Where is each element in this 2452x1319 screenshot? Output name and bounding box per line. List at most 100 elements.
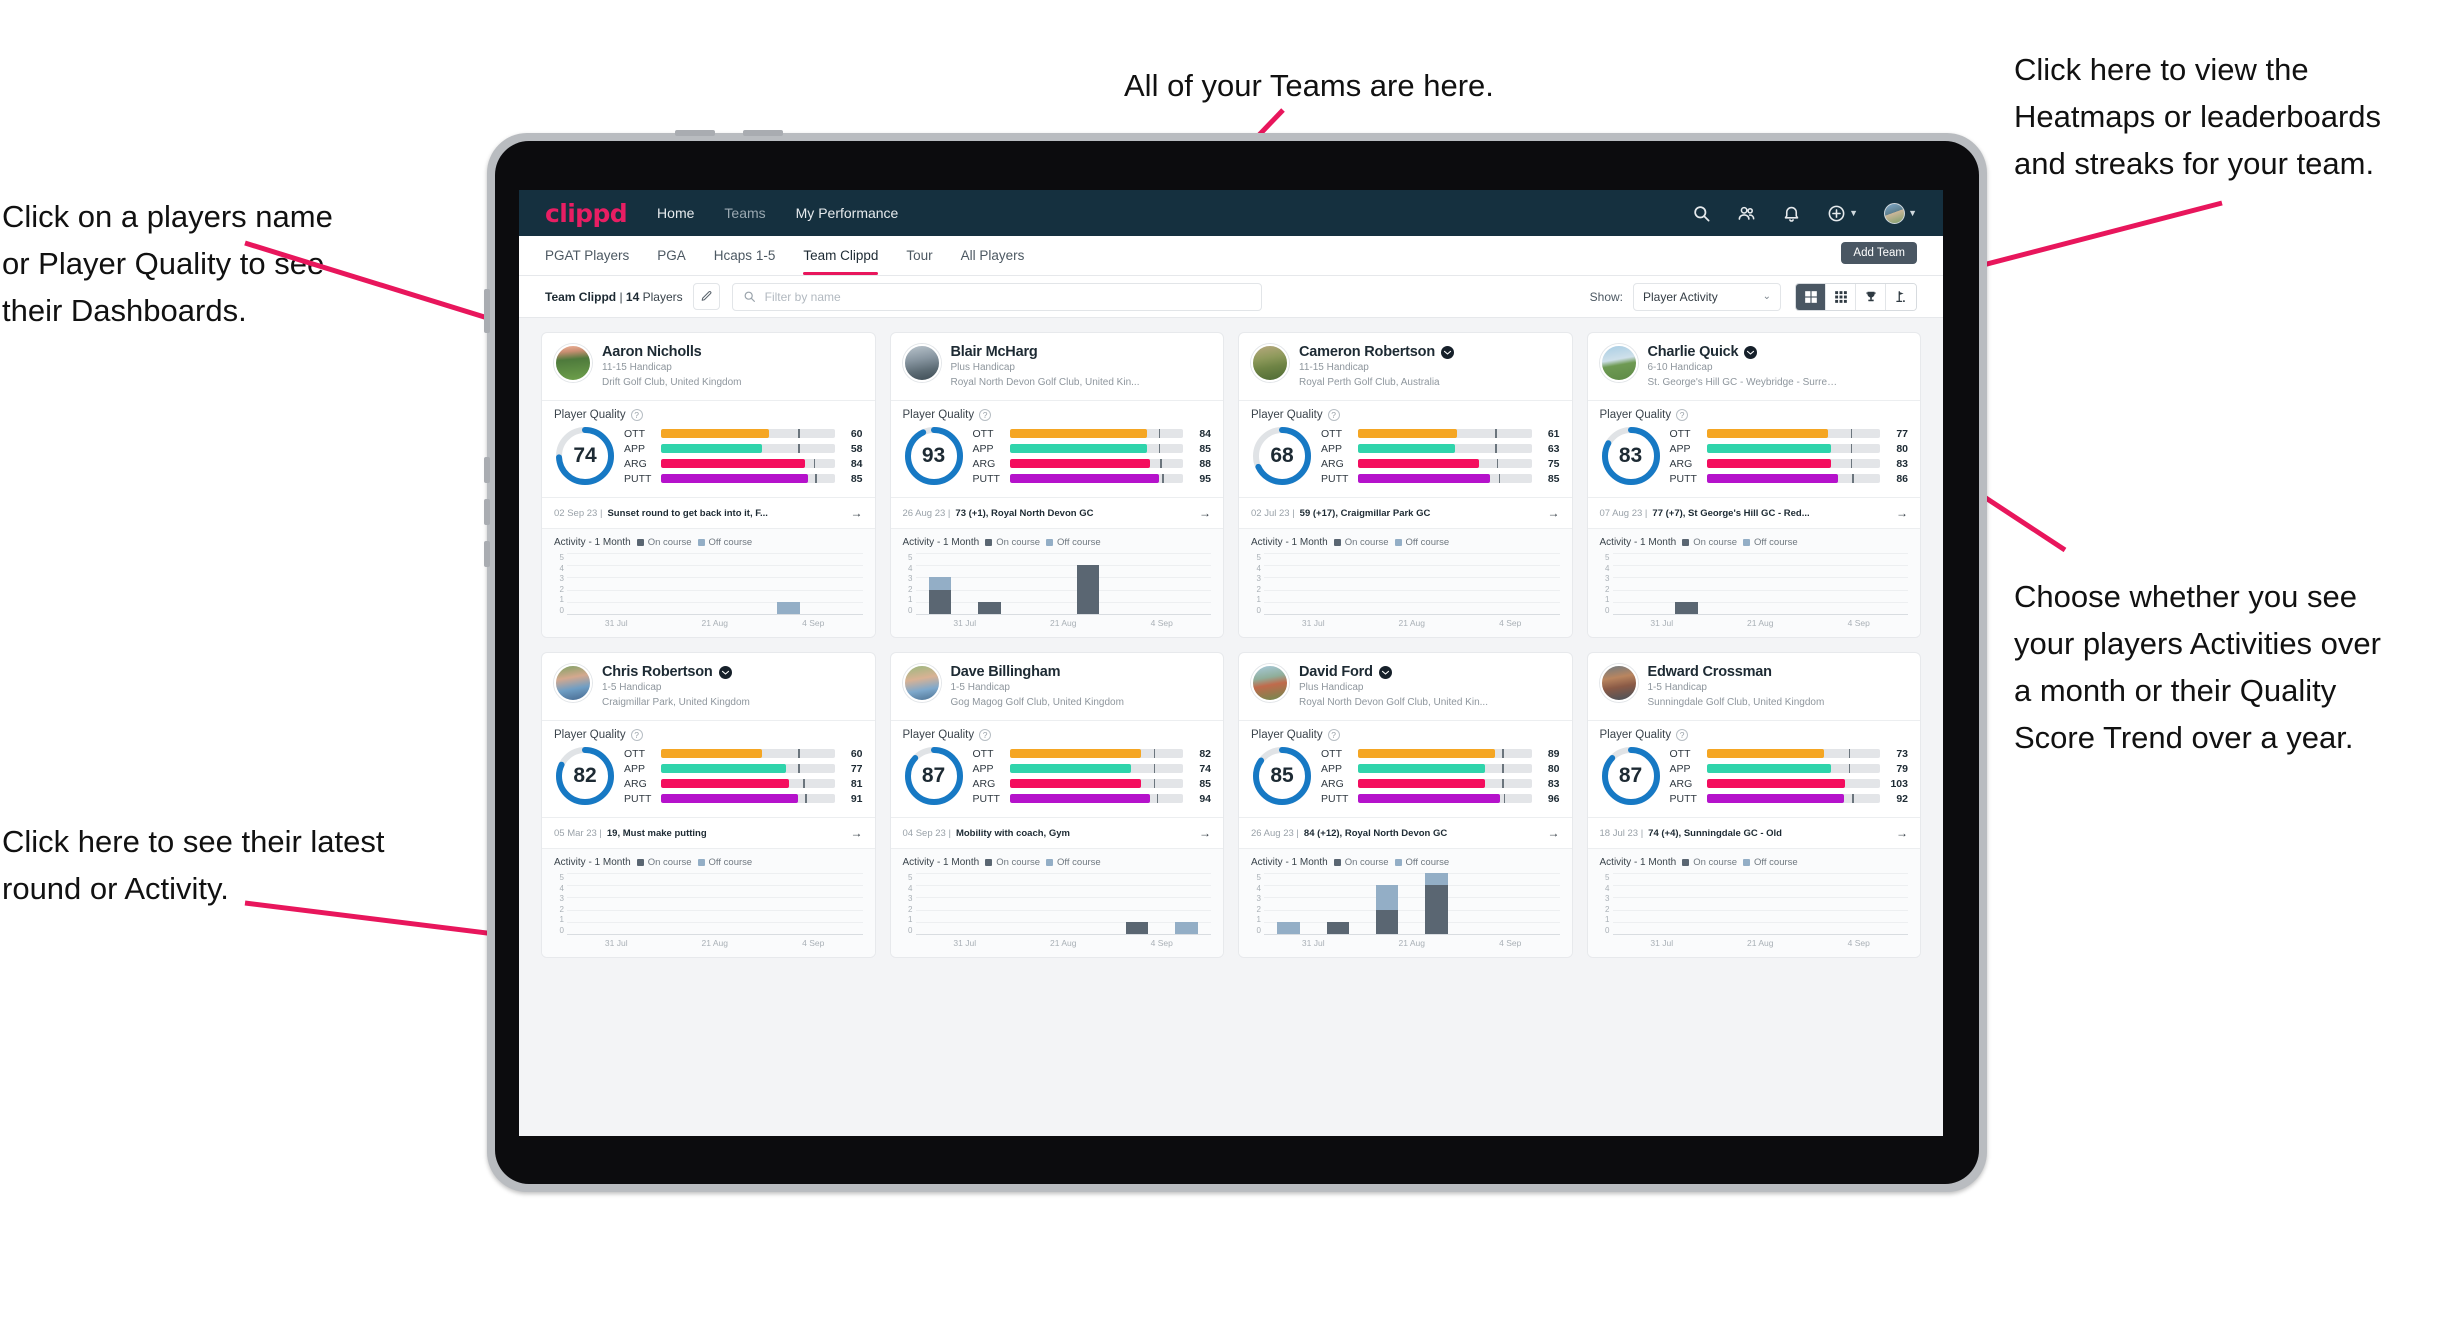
chart-plot-row: 543210 bbox=[1251, 873, 1560, 935]
player-name[interactable]: Dave Billingham bbox=[951, 664, 1061, 680]
bell-icon[interactable] bbox=[1782, 204, 1801, 223]
metric-benchmark-tick bbox=[1162, 474, 1164, 483]
metric-label: APP bbox=[1669, 762, 1691, 775]
tab-team-clippd[interactable]: Team Clippd bbox=[803, 236, 879, 275]
help-icon[interactable]: ? bbox=[1327, 729, 1340, 741]
show-select[interactable]: Player Activity ⌄ bbox=[1633, 282, 1781, 311]
quality-score-ring[interactable]: 74 bbox=[554, 425, 616, 487]
player-name[interactable]: Aaron Nicholls bbox=[602, 344, 702, 360]
tab-all-players[interactable]: All Players bbox=[961, 236, 1025, 275]
help-icon[interactable]: ? bbox=[979, 729, 992, 741]
latest-round-row[interactable]: 05 Mar 23 | 19, Must make putting → bbox=[542, 817, 875, 848]
player-quality-label[interactable]: Player Quality bbox=[554, 729, 626, 741]
dots-grid-view-button[interactable] bbox=[1826, 283, 1856, 310]
quality-score-ring[interactable]: 68 bbox=[1251, 425, 1313, 487]
player-card[interactable]: Cameron Robertson 11-15 Handicap Royal Per… bbox=[1238, 332, 1573, 638]
chart-plot-row: 543210 bbox=[1600, 873, 1908, 935]
arrow-right-icon[interactable]: → bbox=[1199, 506, 1211, 520]
player-card[interactable]: David Ford Plus Handicap Royal North Devon… bbox=[1238, 652, 1573, 958]
quality-score-ring[interactable]: 87 bbox=[1600, 745, 1662, 807]
player-quality-label[interactable]: Player Quality bbox=[903, 409, 975, 421]
latest-round-text: Sunset round to get back into it, F... bbox=[607, 507, 768, 519]
player-name[interactable]: Charlie Quick bbox=[1648, 344, 1739, 360]
help-icon[interactable]: ? bbox=[1327, 409, 1340, 421]
trophy-leaderboard-button[interactable] bbox=[1856, 283, 1886, 310]
flag-heatmap-button[interactable] bbox=[1886, 283, 1916, 310]
y-axis-tick: 3 bbox=[1605, 894, 1610, 904]
player-name[interactable]: Chris Robertson bbox=[602, 664, 713, 680]
metric-benchmark-tick bbox=[1496, 459, 1499, 468]
tab-hcaps-1-5[interactable]: Hcaps 1-5 bbox=[714, 236, 776, 275]
player-card[interactable]: Blair McHarg Plus Handicap Royal North Dev… bbox=[889, 332, 1224, 638]
people-icon[interactable] bbox=[1737, 204, 1756, 223]
edit-team-button[interactable] bbox=[692, 283, 720, 310]
quality-score-ring[interactable]: 87 bbox=[903, 745, 965, 807]
quality-score-ring[interactable]: 83 bbox=[1600, 425, 1662, 487]
latest-round-row[interactable]: 26 Aug 23 | 73 (+1), Royal North Devon GC… bbox=[890, 497, 1223, 528]
metric-bar-fill bbox=[1009, 459, 1151, 468]
arrow-right-icon[interactable]: → bbox=[851, 826, 863, 840]
latest-round-row[interactable]: 02 Jul 23 | 59 (+17), Craigmillar Park GC… bbox=[1239, 497, 1572, 528]
user-menu[interactable]: ▼ bbox=[1884, 202, 1917, 224]
quality-score-ring[interactable]: 93 bbox=[903, 425, 965, 487]
tab-pgat-players[interactable]: PGAT Players bbox=[545, 236, 629, 275]
tab-pga[interactable]: PGA bbox=[657, 236, 686, 275]
tab-tour[interactable]: Tour bbox=[906, 236, 932, 275]
plus-circle-menu[interactable]: ▼ bbox=[1827, 204, 1858, 223]
arrow-right-icon[interactable]: → bbox=[1548, 826, 1560, 840]
latest-round-row[interactable]: 02 Sep 23 | Sunset round to get back into… bbox=[542, 497, 875, 528]
player-card[interactable]: Chris Robertson 1-5 Handicap Craigmillar P… bbox=[541, 652, 876, 958]
plot-area bbox=[567, 553, 863, 615]
nav-link-my-performance[interactable]: My Performance bbox=[796, 205, 899, 221]
arrow-right-icon[interactable]: → bbox=[1199, 826, 1211, 840]
player-name[interactable]: Cameron Robertson bbox=[1299, 344, 1435, 360]
metric-bar bbox=[1358, 444, 1532, 453]
player-quality-label[interactable]: Player Quality bbox=[1600, 729, 1672, 741]
x-axis-tick: 31 Jul bbox=[604, 938, 628, 948]
nav-link-teams[interactable]: Teams bbox=[724, 205, 765, 221]
quality-score-ring[interactable]: 85 bbox=[1251, 745, 1313, 807]
search-icon[interactable] bbox=[1692, 204, 1711, 223]
player-card[interactable]: Dave Billingham 1-5 Handicap Gog Magog Gol… bbox=[889, 652, 1224, 958]
latest-round-row[interactable]: 18 Jul 23 | 74 (+4), Sunningdale GC - Old… bbox=[1587, 817, 1920, 848]
help-icon[interactable]: ? bbox=[979, 409, 992, 421]
latest-round-row[interactable]: 04 Sep 23 | Mobility with coach, Gym → bbox=[890, 817, 1223, 848]
help-icon[interactable]: ? bbox=[1676, 409, 1689, 421]
bar-slot bbox=[1859, 873, 1908, 934]
player-card[interactable]: Edward Crossman 1-5 Handicap Sunningdale G… bbox=[1586, 652, 1921, 958]
player-name[interactable]: David Ford bbox=[1299, 664, 1373, 680]
player-name[interactable]: Blair McHarg bbox=[951, 344, 1038, 360]
bar-slot bbox=[764, 553, 813, 614]
help-icon[interactable]: ? bbox=[1676, 729, 1689, 741]
metric-benchmark-tick bbox=[1156, 794, 1159, 803]
x-axis-tick: 4 Sep bbox=[802, 618, 825, 628]
player-name[interactable]: Edward Crossman bbox=[1648, 664, 1773, 680]
y-axis: 543210 bbox=[554, 553, 567, 615]
arrow-right-icon[interactable]: → bbox=[1548, 506, 1560, 520]
latest-round-row[interactable]: 26 Aug 23 | 84 (+12), Royal North Devon G… bbox=[1239, 817, 1572, 848]
grid-view-button[interactable] bbox=[1796, 283, 1826, 310]
metric-bar bbox=[1009, 794, 1183, 803]
clippd-logo[interactable]: clippd bbox=[545, 199, 628, 228]
latest-round-row[interactable]: 07 Aug 23 | 77 (+7), St George's Hill GC … bbox=[1587, 497, 1920, 528]
player-quality-label[interactable]: Player Quality bbox=[1600, 409, 1672, 421]
search-input[interactable] bbox=[764, 289, 1251, 304]
arrow-right-icon[interactable]: → bbox=[1896, 506, 1908, 520]
latest-round-text: 77 (+7), St George's Hill GC - Red... bbox=[1652, 507, 1810, 519]
player-quality-label[interactable]: Player Quality bbox=[1251, 729, 1323, 741]
add-team-button[interactable]: Add Team bbox=[1841, 242, 1917, 264]
metric-label: APP bbox=[972, 762, 994, 775]
quality-score-ring[interactable]: 82 bbox=[554, 745, 616, 807]
nav-link-home[interactable]: Home bbox=[657, 205, 694, 221]
player-quality-label[interactable]: Player Quality bbox=[903, 729, 975, 741]
metric-value: 84 bbox=[850, 457, 863, 470]
player-card[interactable]: Charlie Quick 6-10 Handicap St. George's H… bbox=[1586, 332, 1921, 638]
help-icon[interactable]: ? bbox=[630, 729, 643, 741]
arrow-right-icon[interactable]: → bbox=[1896, 826, 1908, 840]
search-box[interactable] bbox=[731, 282, 1262, 311]
arrow-right-icon[interactable]: → bbox=[851, 506, 863, 520]
help-icon[interactable]: ? bbox=[630, 409, 643, 421]
player-quality-label[interactable]: Player Quality bbox=[1251, 409, 1323, 421]
player-quality-label[interactable]: Player Quality bbox=[554, 409, 626, 421]
player-card[interactable]: Aaron Nicholls 11-15 Handicap Drift Golf C… bbox=[541, 332, 876, 638]
